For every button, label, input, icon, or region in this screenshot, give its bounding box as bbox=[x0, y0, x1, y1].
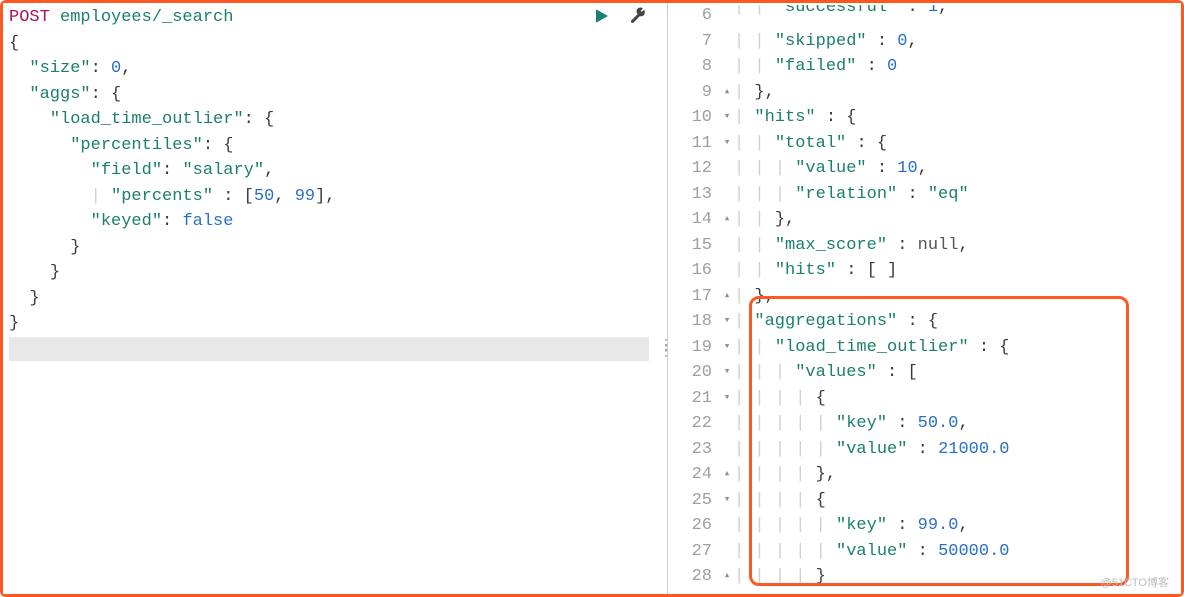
run-icon[interactable] bbox=[593, 7, 611, 31]
line-number: 20 bbox=[668, 360, 720, 386]
line-number: 28 bbox=[668, 564, 720, 590]
fold-icon[interactable]: ▴ bbox=[720, 590, 734, 595]
cursor-line bbox=[9, 337, 649, 361]
response-pane[interactable]: 6| | "successful" : 1,7| | "skipped" : 0… bbox=[667, 3, 1181, 594]
response-line: 18▾| "aggregations" : { bbox=[668, 309, 1181, 335]
line-number: 27 bbox=[668, 539, 720, 565]
watermark: @51CTO博客 bbox=[1101, 574, 1169, 590]
fold-icon[interactable]: ▾ bbox=[720, 386, 734, 412]
fold-icon[interactable] bbox=[720, 3, 734, 29]
fold-icon[interactable] bbox=[720, 233, 734, 259]
response-line: 6| | "successful" : 1, bbox=[668, 3, 1181, 29]
request-code[interactable]: POST employees/_search { "size": 0, "agg… bbox=[3, 3, 667, 361]
fold-icon[interactable] bbox=[720, 29, 734, 55]
response-line: 29▴| | | ] bbox=[668, 590, 1181, 595]
fold-icon[interactable] bbox=[720, 539, 734, 565]
fold-icon[interactable]: ▴ bbox=[720, 80, 734, 106]
line-number: 6 bbox=[668, 3, 720, 29]
fold-icon[interactable]: ▴ bbox=[720, 564, 734, 590]
line-number: 22 bbox=[668, 411, 720, 437]
response-line: 17▴| }, bbox=[668, 284, 1181, 310]
response-line: 25▾| | | | { bbox=[668, 488, 1181, 514]
response-line: 26| | | | | "key" : 99.0, bbox=[668, 513, 1181, 539]
line-number: 12 bbox=[668, 156, 720, 182]
response-line: 11▾| | "total" : { bbox=[668, 131, 1181, 157]
response-line: 16| | "hits" : [ ] bbox=[668, 258, 1181, 284]
line-number: 24 bbox=[668, 462, 720, 488]
line-number: 21 bbox=[668, 386, 720, 412]
http-method: POST bbox=[9, 8, 50, 27]
fold-icon[interactable]: ▴ bbox=[720, 207, 734, 233]
fold-icon[interactable]: ▾ bbox=[720, 360, 734, 386]
response-line: 27| | | | | "value" : 50000.0 bbox=[668, 539, 1181, 565]
line-number: 17 bbox=[668, 284, 720, 310]
response-line: 12| | | "value" : 10, bbox=[668, 156, 1181, 182]
line-number: 10 bbox=[668, 105, 720, 131]
response-line: 24▴| | | | }, bbox=[668, 462, 1181, 488]
line-number: 18 bbox=[668, 309, 720, 335]
fold-icon[interactable] bbox=[720, 182, 734, 208]
line-number: 19 bbox=[668, 335, 720, 361]
line-number: 25 bbox=[668, 488, 720, 514]
response-line: 8| | "failed" : 0 bbox=[668, 54, 1181, 80]
editor-frame: POST employees/_search { "size": 0, "agg… bbox=[0, 0, 1184, 597]
fold-icon[interactable] bbox=[720, 258, 734, 284]
line-number: 23 bbox=[668, 437, 720, 463]
fold-icon[interactable]: ▾ bbox=[720, 131, 734, 157]
line-number: 15 bbox=[668, 233, 720, 259]
request-toolbar bbox=[593, 7, 647, 31]
line-number: 13 bbox=[668, 182, 720, 208]
fold-icon[interactable] bbox=[720, 437, 734, 463]
request-pane[interactable]: POST employees/_search { "size": 0, "agg… bbox=[3, 3, 667, 594]
response-line: 13| | | "relation" : "eq" bbox=[668, 182, 1181, 208]
fold-icon[interactable]: ▾ bbox=[720, 335, 734, 361]
response-line: 9▴| }, bbox=[668, 80, 1181, 106]
line-number: 16 bbox=[668, 258, 720, 284]
fold-icon[interactable] bbox=[720, 513, 734, 539]
response-line: 20▾| | | "values" : [ bbox=[668, 360, 1181, 386]
fold-icon[interactable]: ▴ bbox=[720, 284, 734, 310]
line-number: 26 bbox=[668, 513, 720, 539]
response-line: 22| | | | | "key" : 50.0, bbox=[668, 411, 1181, 437]
wrench-icon[interactable] bbox=[629, 7, 647, 31]
line-number: 9 bbox=[668, 80, 720, 106]
response-line: 10▾| "hits" : { bbox=[668, 105, 1181, 131]
fold-icon[interactable]: ▾ bbox=[720, 488, 734, 514]
line-number: 29 bbox=[668, 590, 720, 595]
line-number: 8 bbox=[668, 54, 720, 80]
response-line: 7| | "skipped" : 0, bbox=[668, 29, 1181, 55]
fold-icon[interactable]: ▴ bbox=[720, 462, 734, 488]
endpoint: employees/_search bbox=[60, 8, 233, 27]
line-number: 11 bbox=[668, 131, 720, 157]
fold-icon[interactable]: ▾ bbox=[720, 105, 734, 131]
response-line: 14▴| | }, bbox=[668, 207, 1181, 233]
response-line: 23| | | | | "value" : 21000.0 bbox=[668, 437, 1181, 463]
line-number: 14 bbox=[668, 207, 720, 233]
fold-icon[interactable] bbox=[720, 411, 734, 437]
fold-icon[interactable]: ▾ bbox=[720, 309, 734, 335]
response-line: 19▾| | "load_time_outlier" : { bbox=[668, 335, 1181, 361]
fold-icon[interactable] bbox=[720, 156, 734, 182]
pane-resize-handle[interactable]: ⋮⋮ bbox=[659, 343, 673, 355]
fold-icon[interactable] bbox=[720, 54, 734, 80]
response-line: 15| | "max_score" : null, bbox=[668, 233, 1181, 259]
response-line: 21▾| | | | { bbox=[668, 386, 1181, 412]
line-number: 7 bbox=[668, 29, 720, 55]
